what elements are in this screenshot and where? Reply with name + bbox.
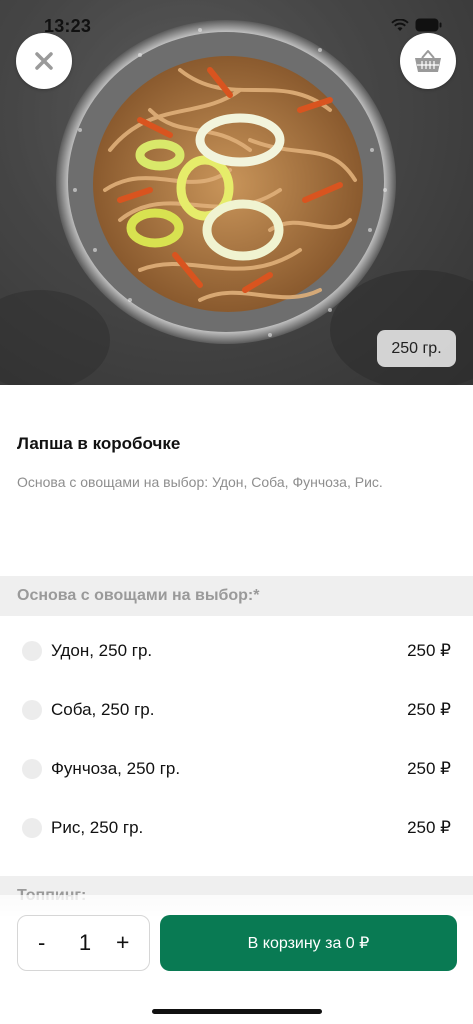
option-row-soba[interactable]: Соба, 250 гр. 250 ₽ (0, 680, 473, 739)
radio-button[interactable] (22, 817, 42, 838)
basket-icon (415, 50, 441, 72)
status-icons (391, 18, 443, 32)
option-label: Фунчоза, 250 гр. (51, 758, 181, 778)
option-row-udon[interactable]: Удон, 250 гр. 250 ₽ (0, 621, 473, 680)
decrease-button[interactable]: - (38, 930, 45, 956)
section-header-base: Основа с овощами на выбор:* (0, 576, 473, 616)
option-row-rice[interactable]: Рис, 250 гр. 250 ₽ (0, 798, 473, 857)
radio-button[interactable] (22, 699, 42, 720)
increase-button[interactable]: + (116, 929, 129, 956)
wifi-icon (391, 18, 409, 31)
close-icon (35, 52, 53, 70)
option-row-funchoza[interactable]: Фунчоза, 250 гр. 250 ₽ (0, 739, 473, 798)
option-label: Соба, 250 гр. (51, 699, 155, 719)
home-indicator (152, 1009, 322, 1014)
status-bar: 13:23 (0, 0, 473, 50)
battery-icon (415, 18, 442, 32)
basket-button[interactable] (400, 33, 456, 89)
option-label: Рис, 250 гр. (51, 817, 144, 837)
option-price: 250 ₽ (407, 699, 451, 719)
radio-button[interactable] (22, 640, 42, 661)
quantity-value: 1 (78, 930, 92, 955)
radio-button[interactable] (22, 758, 42, 779)
product-description: Основа с овощами на выбор: Удон, Соба, Ф… (17, 474, 383, 490)
quantity-stepper: - 1 + (17, 915, 150, 971)
option-price: 250 ₽ (407, 817, 451, 837)
product-title: Лапша в коробочке (17, 434, 181, 453)
weight-badge: 250 гр. (377, 330, 456, 367)
option-label: Удон, 250 гр. (51, 640, 153, 660)
add-to-cart-button[interactable]: В корзину за 0 ₽ (160, 915, 457, 971)
close-button[interactable] (16, 33, 72, 89)
option-price: 250 ₽ (407, 758, 451, 778)
option-price: 250 ₽ (407, 640, 451, 660)
